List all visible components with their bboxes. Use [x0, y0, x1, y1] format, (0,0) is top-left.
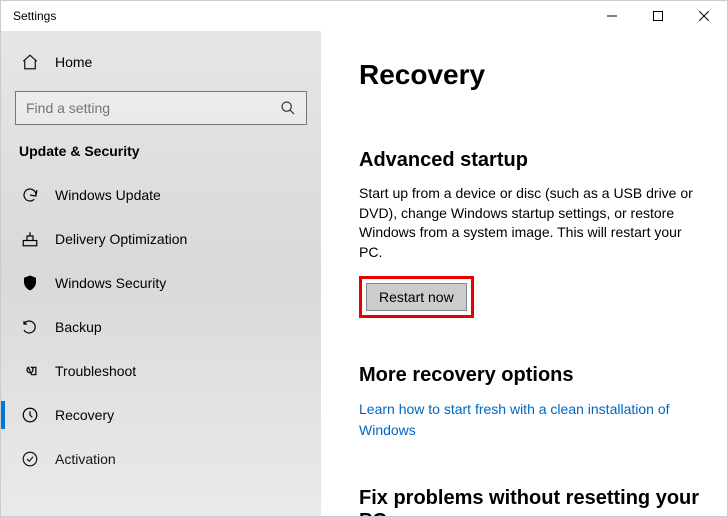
titlebar: Settings: [1, 1, 727, 31]
search-input[interactable]: [26, 100, 280, 116]
window-title: Settings: [13, 9, 589, 23]
shield-icon: [19, 274, 41, 292]
sidebar-nav: Windows Update Delivery Optimization Win…: [1, 173, 321, 481]
advanced-startup-desc: Start up from a device or disc (such as …: [359, 184, 701, 262]
start-fresh-link[interactable]: Learn how to start fresh with a clean in…: [359, 401, 670, 438]
sidebar-item-label: Delivery Optimization: [55, 231, 187, 247]
settings-window: Settings Home: [0, 0, 728, 517]
sidebar-item-label: Windows Security: [55, 275, 166, 291]
window-body: Home Update & Security Windows Update: [1, 31, 727, 516]
backup-icon: [19, 318, 41, 336]
close-button[interactable]: [681, 1, 727, 31]
fix-problems-heading: Fix problems without resetting your PC: [359, 487, 701, 516]
maximize-button[interactable]: [635, 1, 681, 31]
window-controls: [589, 1, 727, 31]
sidebar-item-label: Troubleshoot: [55, 363, 136, 379]
more-recovery-heading: More recovery options: [359, 364, 701, 387]
recovery-icon: [19, 406, 41, 424]
advanced-startup-heading: Advanced startup: [359, 149, 701, 172]
search-icon: [280, 100, 296, 116]
sidebar-item-label: Windows Update: [55, 187, 161, 203]
restart-now-button[interactable]: Restart now: [366, 283, 467, 311]
restart-now-highlight: Restart now: [359, 276, 474, 318]
sidebar-item-recovery[interactable]: Recovery: [1, 393, 321, 437]
sidebar-item-label: Recovery: [55, 407, 114, 423]
home-nav[interactable]: Home: [1, 45, 321, 79]
sidebar-item-windows-security[interactable]: Windows Security: [1, 261, 321, 305]
sidebar-item-activation[interactable]: Activation: [1, 437, 321, 481]
home-label: Home: [55, 54, 92, 70]
wrench-icon: [19, 362, 41, 380]
fix-problems-section: Fix problems without resetting your PC: [359, 487, 701, 516]
sync-icon: [19, 186, 41, 204]
sidebar-item-label: Activation: [55, 451, 116, 467]
more-recovery-section: More recovery options Learn how to start…: [359, 364, 701, 441]
sidebar-item-delivery-optimization[interactable]: Delivery Optimization: [1, 217, 321, 261]
content-pane: Recovery Advanced startup Start up from …: [321, 31, 727, 516]
sidebar-item-label: Backup: [55, 319, 102, 335]
activation-icon: [19, 450, 41, 468]
home-icon: [19, 53, 41, 71]
sidebar: Home Update & Security Windows Update: [1, 31, 321, 516]
minimize-button[interactable]: [589, 1, 635, 31]
page-title: Recovery: [359, 59, 701, 91]
search-box[interactable]: [15, 91, 307, 125]
sidebar-item-troubleshoot[interactable]: Troubleshoot: [1, 349, 321, 393]
sidebar-item-backup[interactable]: Backup: [1, 305, 321, 349]
delivery-icon: [19, 230, 41, 248]
sidebar-section-title: Update & Security: [1, 143, 321, 173]
sidebar-item-windows-update[interactable]: Windows Update: [1, 173, 321, 217]
advanced-startup-section: Advanced startup Start up from a device …: [359, 149, 701, 318]
